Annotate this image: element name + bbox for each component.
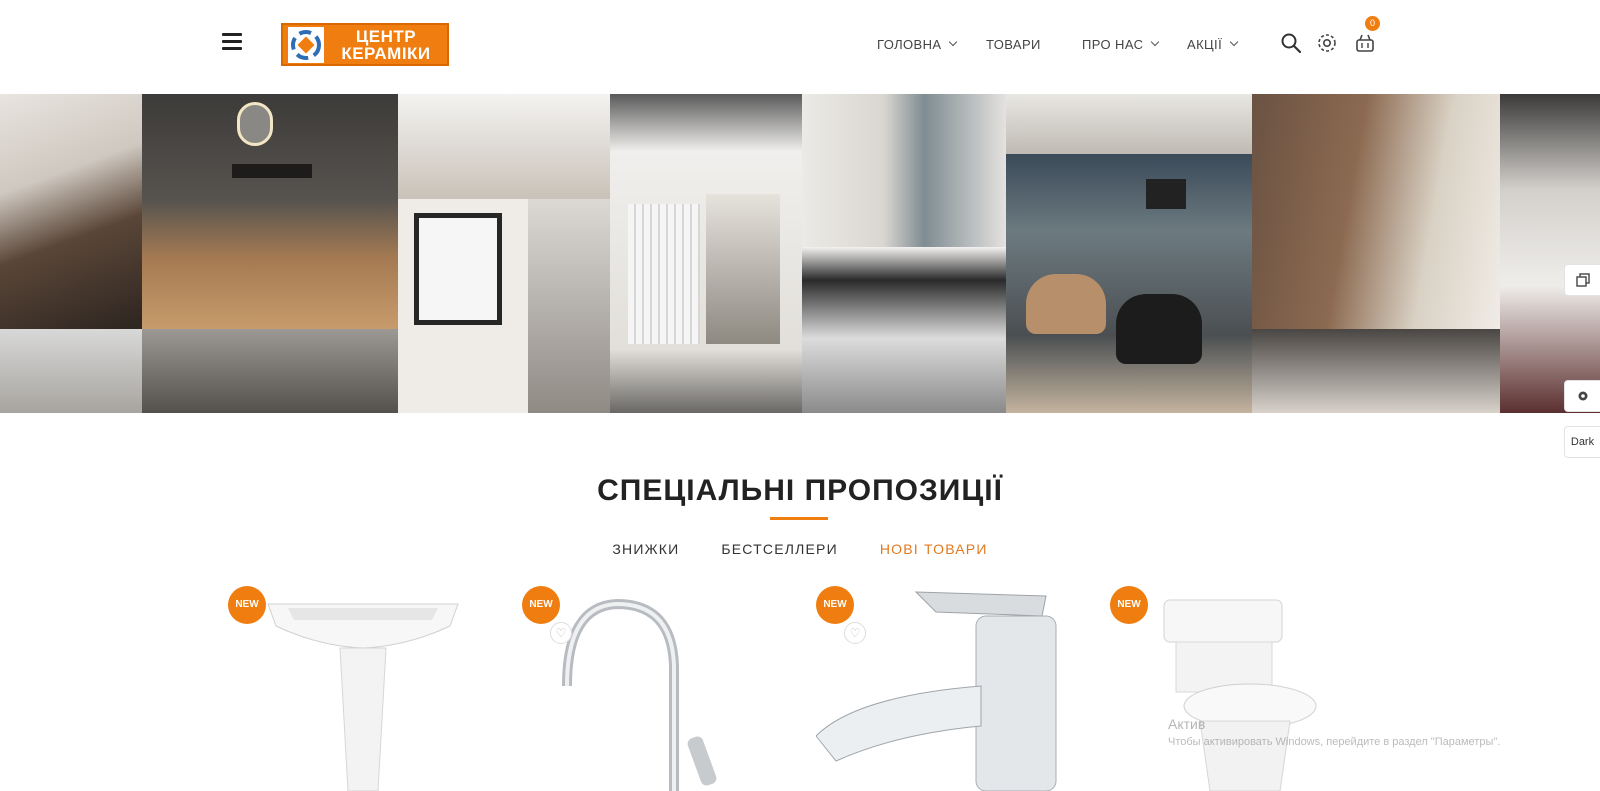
showroom-photo [802, 247, 1006, 413]
product-card[interactable]: NEW ♡ [522, 586, 802, 791]
new-badge: NEW [522, 586, 560, 624]
tab-discounts[interactable]: ЗНИЖКИ [612, 541, 679, 557]
toilet-display-photo [1006, 154, 1252, 413]
layout-toggle-button[interactable] [1564, 264, 1600, 296]
title-underline [770, 517, 828, 520]
nav-item-promotions-label: АКЦІЇ [1187, 36, 1223, 52]
showroom-photo [1006, 94, 1252, 154]
showroom-photo [0, 329, 142, 413]
new-badge: NEW [816, 586, 854, 624]
showroom-photo [142, 94, 398, 329]
basin-faucet-image [816, 591, 1057, 791]
nav-item-products[interactable]: ТОВАРИ [986, 34, 1041, 54]
search-icon[interactable] [1280, 32, 1302, 54]
section-title: СПЕЦІАЛЬНІ ПРОПОЗИЦІЇ [597, 474, 1003, 507]
site-logo[interactable]: ЦЕНТР КЕРАМІКИ [281, 23, 449, 66]
settings-icon[interactable] [1316, 32, 1338, 54]
showroom-photo [1252, 329, 1500, 413]
gear-icon [1578, 391, 1587, 401]
showroom-photo [802, 94, 1006, 247]
wishlist-icon[interactable]: ♡ [844, 622, 866, 644]
nav-item-products-label: ТОВАРИ [986, 36, 1041, 52]
dark-mode-label: Dark [1570, 436, 1595, 448]
logo-mark-icon [287, 26, 325, 64]
tile-display-photo [610, 94, 802, 413]
cart-count-badge: 0 [1365, 16, 1380, 31]
logo-line-1: ЦЕНТР [355, 26, 417, 46]
showroom-photo [1500, 94, 1600, 413]
shower-photo [1252, 94, 1500, 329]
dark-mode-button[interactable]: Dark [1564, 426, 1600, 458]
chevron-down-icon [1151, 37, 1160, 47]
nav-item-promotions[interactable]: АКЦІЇ [1187, 34, 1239, 54]
chevron-down-icon [1229, 37, 1239, 47]
showroom-photo [528, 199, 610, 413]
pedestal-sink-image [267, 603, 459, 791]
site-header: ЦЕНТР КЕРАМІКИ ГОЛОВНА ТОВАРИ ПРО НАС АК… [0, 0, 1600, 94]
showroom-photo [398, 94, 610, 199]
toilet-image [1163, 599, 1317, 791]
nav-item-home-label: ГОЛОВНА [877, 36, 942, 52]
tab-new-products[interactable]: НОВІ ТОВАРИ [880, 541, 988, 557]
new-badge: NEW [1110, 586, 1148, 624]
wishlist-icon[interactable]: ♡ [550, 622, 572, 644]
new-badge: NEW [228, 586, 266, 624]
nav-item-about[interactable]: ПРО НАС [1082, 34, 1160, 54]
offer-tabs: ЗНИЖКИ БЕСТСЕЛЛЕРИ НОВІ ТОВАРИ [0, 541, 1600, 557]
activation-watermark-text: Чтобы активировать Windows, перейдите в … [1168, 736, 1501, 748]
tab-bestsellers[interactable]: БЕСТСЕЛЛЕРИ [721, 541, 837, 557]
kitchen-faucet-image [562, 598, 717, 791]
settings-panel-button[interactable] [1564, 380, 1600, 412]
logo-text: ЦЕНТР КЕРАМІКИ [325, 28, 447, 62]
showroom-photo [0, 94, 142, 329]
product-card[interactable]: NEW ♡ [816, 586, 1096, 791]
chevron-down-icon [949, 37, 958, 47]
showroom-photo [142, 329, 398, 413]
product-card[interactable]: NEW [228, 586, 508, 791]
menu-icon[interactable] [222, 33, 242, 51]
nav-item-about-label: ПРО НАС [1082, 36, 1144, 52]
copy-icon [1575, 273, 1590, 287]
hero-banner[interactable] [0, 94, 1600, 413]
nav-item-home[interactable]: ГОЛОВНА [877, 34, 958, 54]
activation-watermark-title: Актив [1168, 716, 1206, 732]
product-card[interactable]: NEW [1110, 586, 1390, 791]
logo-line-2: КЕРАМІКИ [341, 43, 431, 63]
certificate-photo [398, 199, 528, 413]
cart-icon[interactable] [1354, 32, 1376, 54]
